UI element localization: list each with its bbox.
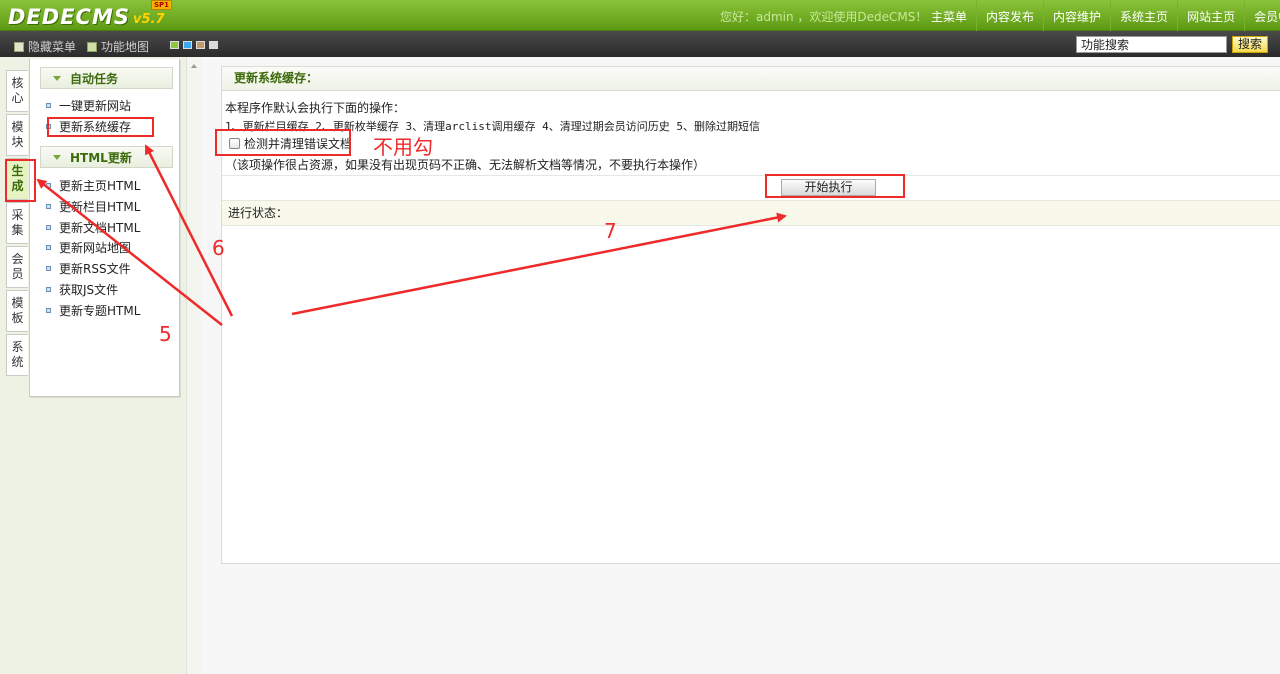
logo-edition-badge: SP1	[151, 0, 173, 10]
bullet-icon	[46, 307, 51, 313]
menu-item-update-site[interactable]: 一键更新网站	[46, 96, 131, 114]
chevron-down-icon	[53, 154, 61, 160]
tab-core[interactable]: 核心	[6, 70, 28, 112]
menu-item-update-topic-html[interactable]: 更新专题HTML	[46, 301, 140, 319]
menu-group-title: 自动任务	[70, 71, 119, 86]
tab-member-label: 会员	[11, 252, 24, 281]
annotation-step-5: 5	[159, 322, 172, 346]
logo-version: v5.7	[133, 12, 165, 27]
menu-item-update-doc-html[interactable]: 更新文档HTML	[46, 218, 140, 236]
menu-item-label: 更新文档HTML	[59, 220, 141, 235]
bullet-icon	[46, 224, 51, 230]
tab-template-label: 模板	[11, 296, 24, 325]
bullet-icon	[46, 286, 51, 292]
menu-item-label: 更新专题HTML	[59, 303, 141, 318]
annotation-box-update-cache	[47, 117, 154, 137]
hide-menu-icon	[14, 41, 24, 52]
tab-modules[interactable]: 模块	[6, 114, 28, 156]
function-map-label: 功能地图	[101, 40, 150, 54]
annotation-step-6: 6	[212, 236, 225, 260]
bullet-icon	[46, 265, 51, 271]
annotation-step-7: 7	[604, 219, 617, 243]
topnav-content-maintain[interactable]: 内容维护	[1043, 0, 1110, 31]
hide-menu-label: 隐藏菜单	[28, 40, 77, 54]
intro-text: 本程序作默认会执行下面的操作：	[225, 101, 406, 115]
tab-modules-label: 模块	[11, 120, 24, 149]
topnav-main-menu[interactable]: 主菜单	[922, 0, 976, 31]
skin-brown-swatch[interactable]	[196, 41, 205, 49]
menu-group-html-update[interactable]: HTML更新	[40, 146, 173, 168]
skin-gray-swatch[interactable]	[209, 41, 218, 49]
skin-blue-swatch[interactable]	[183, 41, 192, 49]
search-button[interactable]: 搜索	[1232, 36, 1268, 53]
logo-text: DEDECMS	[8, 5, 130, 29]
tab-system-label: 系统	[11, 340, 24, 369]
function-map-button[interactable]: 功能地图	[87, 38, 149, 55]
menu-item-update-sitemap[interactable]: 更新网站地图	[46, 238, 131, 256]
warning-note: （该项操作很占资源，如果没有出现页码不正确、无法解析文档等情况，不要执行本操作）	[225, 158, 706, 172]
menu-item-label: 更新主页HTML	[59, 178, 141, 193]
bullet-icon	[46, 203, 51, 209]
menu-item-update-home-html[interactable]: 更新主页HTML	[46, 176, 140, 194]
menu-item-get-js[interactable]: 获取JS文件	[46, 280, 118, 298]
menu-item-update-rss[interactable]: 更新RSS文件	[46, 259, 131, 277]
bullet-icon	[46, 182, 51, 188]
topnav-site-home[interactable]: 网站主页	[1177, 0, 1244, 31]
top-nav: 主菜单 内容发布 内容维护 系统主页 网站主页 会员中	[922, 0, 1280, 31]
bullet-icon	[46, 102, 51, 108]
function-search-input[interactable]	[1076, 36, 1227, 53]
annotation-box-start-button	[765, 174, 905, 198]
menu-item-label: 更新栏目HTML	[59, 199, 141, 214]
top-header: DEDECMS v5.7 SP1 您好：admin ，欢迎使用DedeCMS！ …	[0, 0, 1280, 31]
menu-item-label: 一键更新网站	[59, 98, 132, 113]
menu-item-label: 获取JS文件	[59, 282, 119, 297]
tab-member[interactable]: 会员	[6, 246, 28, 288]
annotation-no-check: 不用勾	[373, 135, 433, 159]
skin-green-swatch[interactable]	[170, 41, 179, 49]
welcome-text: 您好：admin ，欢迎使用DedeCMS！	[720, 10, 928, 24]
menu-item-update-column-html[interactable]: 更新栏目HTML	[46, 197, 140, 215]
tab-collect[interactable]: 采集	[6, 202, 28, 244]
collapse-arrow-icon[interactable]	[191, 64, 197, 68]
hide-menu-button[interactable]: 隐藏菜单	[14, 38, 76, 55]
tab-core-label: 核心	[11, 76, 24, 105]
tab-template[interactable]: 模板	[6, 290, 28, 332]
sidebar-splitter[interactable]	[186, 57, 202, 674]
tab-system[interactable]: 系统	[6, 334, 28, 376]
menu-group-auto-tasks[interactable]: 自动任务	[40, 67, 173, 89]
panel-title: 更新系统缓存：	[222, 67, 1280, 91]
sub-menu: 自动任务 一键更新网站 更新系统缓存 HTML更新 更新主页HTML 更新栏目H…	[29, 59, 180, 397]
menu-group-title: HTML更新	[70, 150, 132, 165]
divider	[222, 175, 1280, 176]
annotation-box-checkbox	[215, 129, 351, 156]
topnav-system-home[interactable]: 系统主页	[1110, 0, 1177, 31]
progress-status: 进行状态：	[222, 200, 1280, 226]
topnav-member-center[interactable]: 会员中	[1244, 0, 1280, 31]
chevron-down-icon	[53, 75, 61, 81]
tab-collect-label: 采集	[11, 208, 24, 237]
menu-item-label: 更新RSS文件	[59, 261, 131, 276]
bullet-icon	[46, 244, 51, 250]
function-map-icon	[87, 41, 97, 52]
dedecms-logo: DEDECMS v5.7 SP1	[8, 0, 173, 29]
menu-item-label: 更新网站地图	[59, 240, 132, 255]
topnav-content-publish[interactable]: 内容发布	[976, 0, 1043, 31]
annotation-box-generate-tab	[5, 159, 36, 202]
